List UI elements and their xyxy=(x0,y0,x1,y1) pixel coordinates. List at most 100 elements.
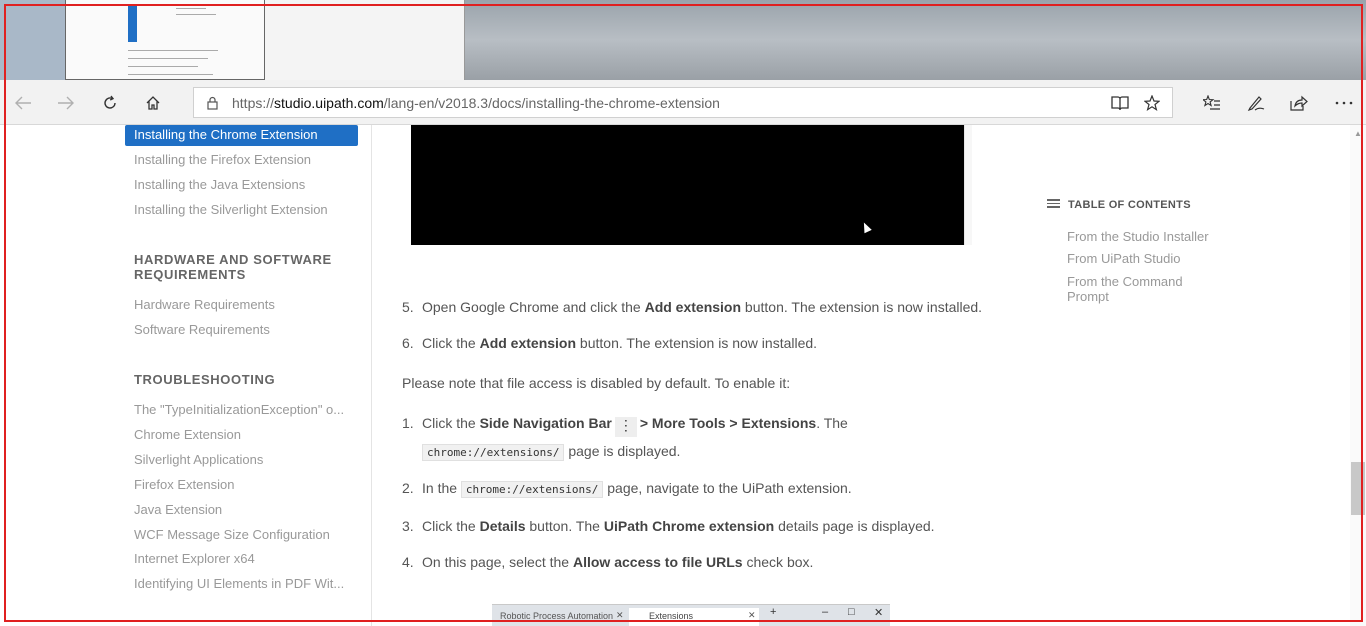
toc-item[interactable]: From UiPath Studio xyxy=(1067,251,1180,266)
url-domain: studio.uipath.com xyxy=(274,95,384,111)
toc-item-line: Prompt xyxy=(1067,289,1109,304)
tab-preview-strip xyxy=(0,0,1366,80)
step-text: check box. xyxy=(742,554,814,570)
step-text: page, navigate to the UiPath extension. xyxy=(603,480,852,496)
browser-toolbar: https://studio.uipath.com/lang-en/v2018.… xyxy=(0,80,1366,125)
forward-arrow-icon xyxy=(58,96,74,109)
toc-list-icon xyxy=(1047,199,1060,211)
scrollbar-thumb[interactable] xyxy=(1351,462,1365,515)
lock-icon xyxy=(207,96,218,110)
embedded-minimize-icon: – xyxy=(822,606,829,618)
step-number: 2. xyxy=(402,480,414,496)
step-item: 1. Click the Side Navigation Bar ⋮ > More T… xyxy=(402,415,848,437)
thumbnail-line xyxy=(128,58,208,59)
sidebar-item[interactable]: Installing the Java Extensions xyxy=(134,177,305,192)
home-button[interactable] xyxy=(133,80,173,125)
embedded-tab-title: Extensions xyxy=(649,611,694,621)
tab-preview-background xyxy=(0,0,65,80)
sidebar-item[interactable]: Firefox Extension xyxy=(134,477,234,492)
step-item: 5. Open Google Chrome and click the Add e… xyxy=(402,299,982,315)
step-item: 4. On this page, select the Allow access … xyxy=(402,554,813,570)
home-icon xyxy=(146,95,160,110)
step-text: button. The extension is now installed. xyxy=(576,335,818,351)
scroll-up-icon[interactable]: ▲ xyxy=(1354,129,1362,138)
step-bold-text: UiPath Chrome extension xyxy=(603,518,775,534)
share-icon xyxy=(1290,95,1308,111)
step-bold-text: Add extension xyxy=(644,299,742,315)
inline-code: chrome://extensions/ xyxy=(422,444,565,461)
share-button[interactable] xyxy=(1279,80,1319,125)
web-note-button[interactable] xyxy=(1236,80,1276,125)
thumbnail-line xyxy=(176,8,206,9)
sidebar-item[interactable]: WCF Message Size Configuration xyxy=(134,527,330,542)
toc-item[interactable]: From the Studio Installer xyxy=(1067,229,1209,244)
star-icon xyxy=(1144,95,1160,111)
more-icon xyxy=(1335,101,1353,104)
sidebar-item[interactable]: Internet Explorer x64 xyxy=(134,551,255,566)
back-arrow-icon xyxy=(15,96,31,109)
note-paragraph: Please note that file access is disabled… xyxy=(402,375,791,391)
thumbnail-line xyxy=(128,74,213,75)
step-bold-text: Details xyxy=(479,518,526,534)
embedded-maximize-icon: □ xyxy=(848,606,855,618)
url-path: /lang-en/v2018.3/docs/installing-the-chr… xyxy=(383,95,720,111)
address-bar[interactable]: https://studio.uipath.com/lang-en/v2018.… xyxy=(193,87,1173,118)
embedded-tab-title: Robotic Process Automation xyxy=(500,611,614,621)
address-url[interactable]: https://studio.uipath.com/lang-en/v2018.… xyxy=(232,95,720,111)
sidebar-item[interactable]: Software Requirements xyxy=(134,322,270,337)
video-scrollbar[interactable] xyxy=(964,125,972,245)
reading-view-button[interactable] xyxy=(1109,92,1131,114)
heading-line: HARDWARE AND SOFTWARE xyxy=(134,252,332,267)
toc-item-line: From the Command xyxy=(1067,274,1183,289)
more-button[interactable] xyxy=(1324,80,1364,125)
page-scrollbar[interactable]: ▲ xyxy=(1350,125,1366,626)
step-text: Click the xyxy=(422,415,480,431)
thumbnail-line xyxy=(176,14,216,15)
favorites-list-icon xyxy=(1203,94,1220,110)
sidebar-item[interactable]: Silverlight Applications xyxy=(134,452,263,467)
step-number: 4. xyxy=(402,554,414,570)
docs-sidebar: Installing the Chrome Extension Installi… xyxy=(0,125,372,626)
refresh-icon xyxy=(104,95,116,109)
step-number: 3. xyxy=(402,518,414,534)
step-text: Click the xyxy=(422,518,480,534)
step-bold-text: Add extension xyxy=(479,335,577,351)
sidebar-item[interactable]: Java Extension xyxy=(134,502,222,517)
step-text: button. The xyxy=(525,518,604,534)
refresh-button[interactable] xyxy=(90,80,130,125)
embedded-tab-close-icon: ✕ xyxy=(616,610,624,620)
sidebar-item[interactable]: Installing the Firefox Extension xyxy=(134,152,311,167)
tab-thumbnail-preview[interactable] xyxy=(65,0,265,80)
sidebar-item[interactable]: Identifying UI Elements in PDF Wit... xyxy=(134,576,344,591)
sidebar-item-active[interactable]: Installing the Chrome Extension xyxy=(125,125,358,146)
sidebar-item[interactable]: Hardware Requirements xyxy=(134,297,275,312)
inline-code: chrome://extensions/ xyxy=(460,481,604,498)
sidebar-item[interactable]: Installing the Silverlight Extension xyxy=(134,202,328,217)
favorite-button[interactable] xyxy=(1141,92,1163,114)
favorites-hub-button[interactable] xyxy=(1192,80,1232,125)
step-continuation: chrome://extensions/ page is displayed. xyxy=(422,443,680,461)
thumbnail-line xyxy=(128,66,198,67)
step-number: 6. xyxy=(402,335,414,351)
step-text: details page is displayed. xyxy=(774,518,935,534)
step-item: 2. In the chrome://extensions/ page, navi… xyxy=(402,480,852,498)
step-item: 3. Click the Details button. The UiPath C… xyxy=(402,518,935,534)
embedded-close-icon: ✕ xyxy=(874,607,884,619)
step-number: 5. xyxy=(402,299,414,315)
kebab-menu-icon: ⋮ xyxy=(614,417,637,437)
embedded-tab-close-icon: ✕ xyxy=(748,610,756,620)
sidebar-item[interactable]: The "TypeInitializationException" o... xyxy=(134,402,344,417)
toc-item[interactable]: From the Command Prompt xyxy=(1067,274,1183,304)
step-number: 1. xyxy=(402,415,414,431)
step-text: . The xyxy=(816,415,848,431)
video-player[interactable] xyxy=(411,125,964,245)
embedded-active-tab: Extensions xyxy=(629,608,759,626)
step-text: On this page, select the xyxy=(422,554,573,570)
pen-icon xyxy=(1247,95,1265,111)
back-button[interactable] xyxy=(3,80,43,125)
sidebar-item[interactable]: Chrome Extension xyxy=(134,427,241,442)
tab-blank-preview[interactable] xyxy=(265,0,465,80)
toc-heading: TABLE OF CONTENTS xyxy=(1068,199,1191,211)
step-text: Open Google Chrome and click the xyxy=(422,299,645,315)
forward-button[interactable] xyxy=(46,80,86,125)
